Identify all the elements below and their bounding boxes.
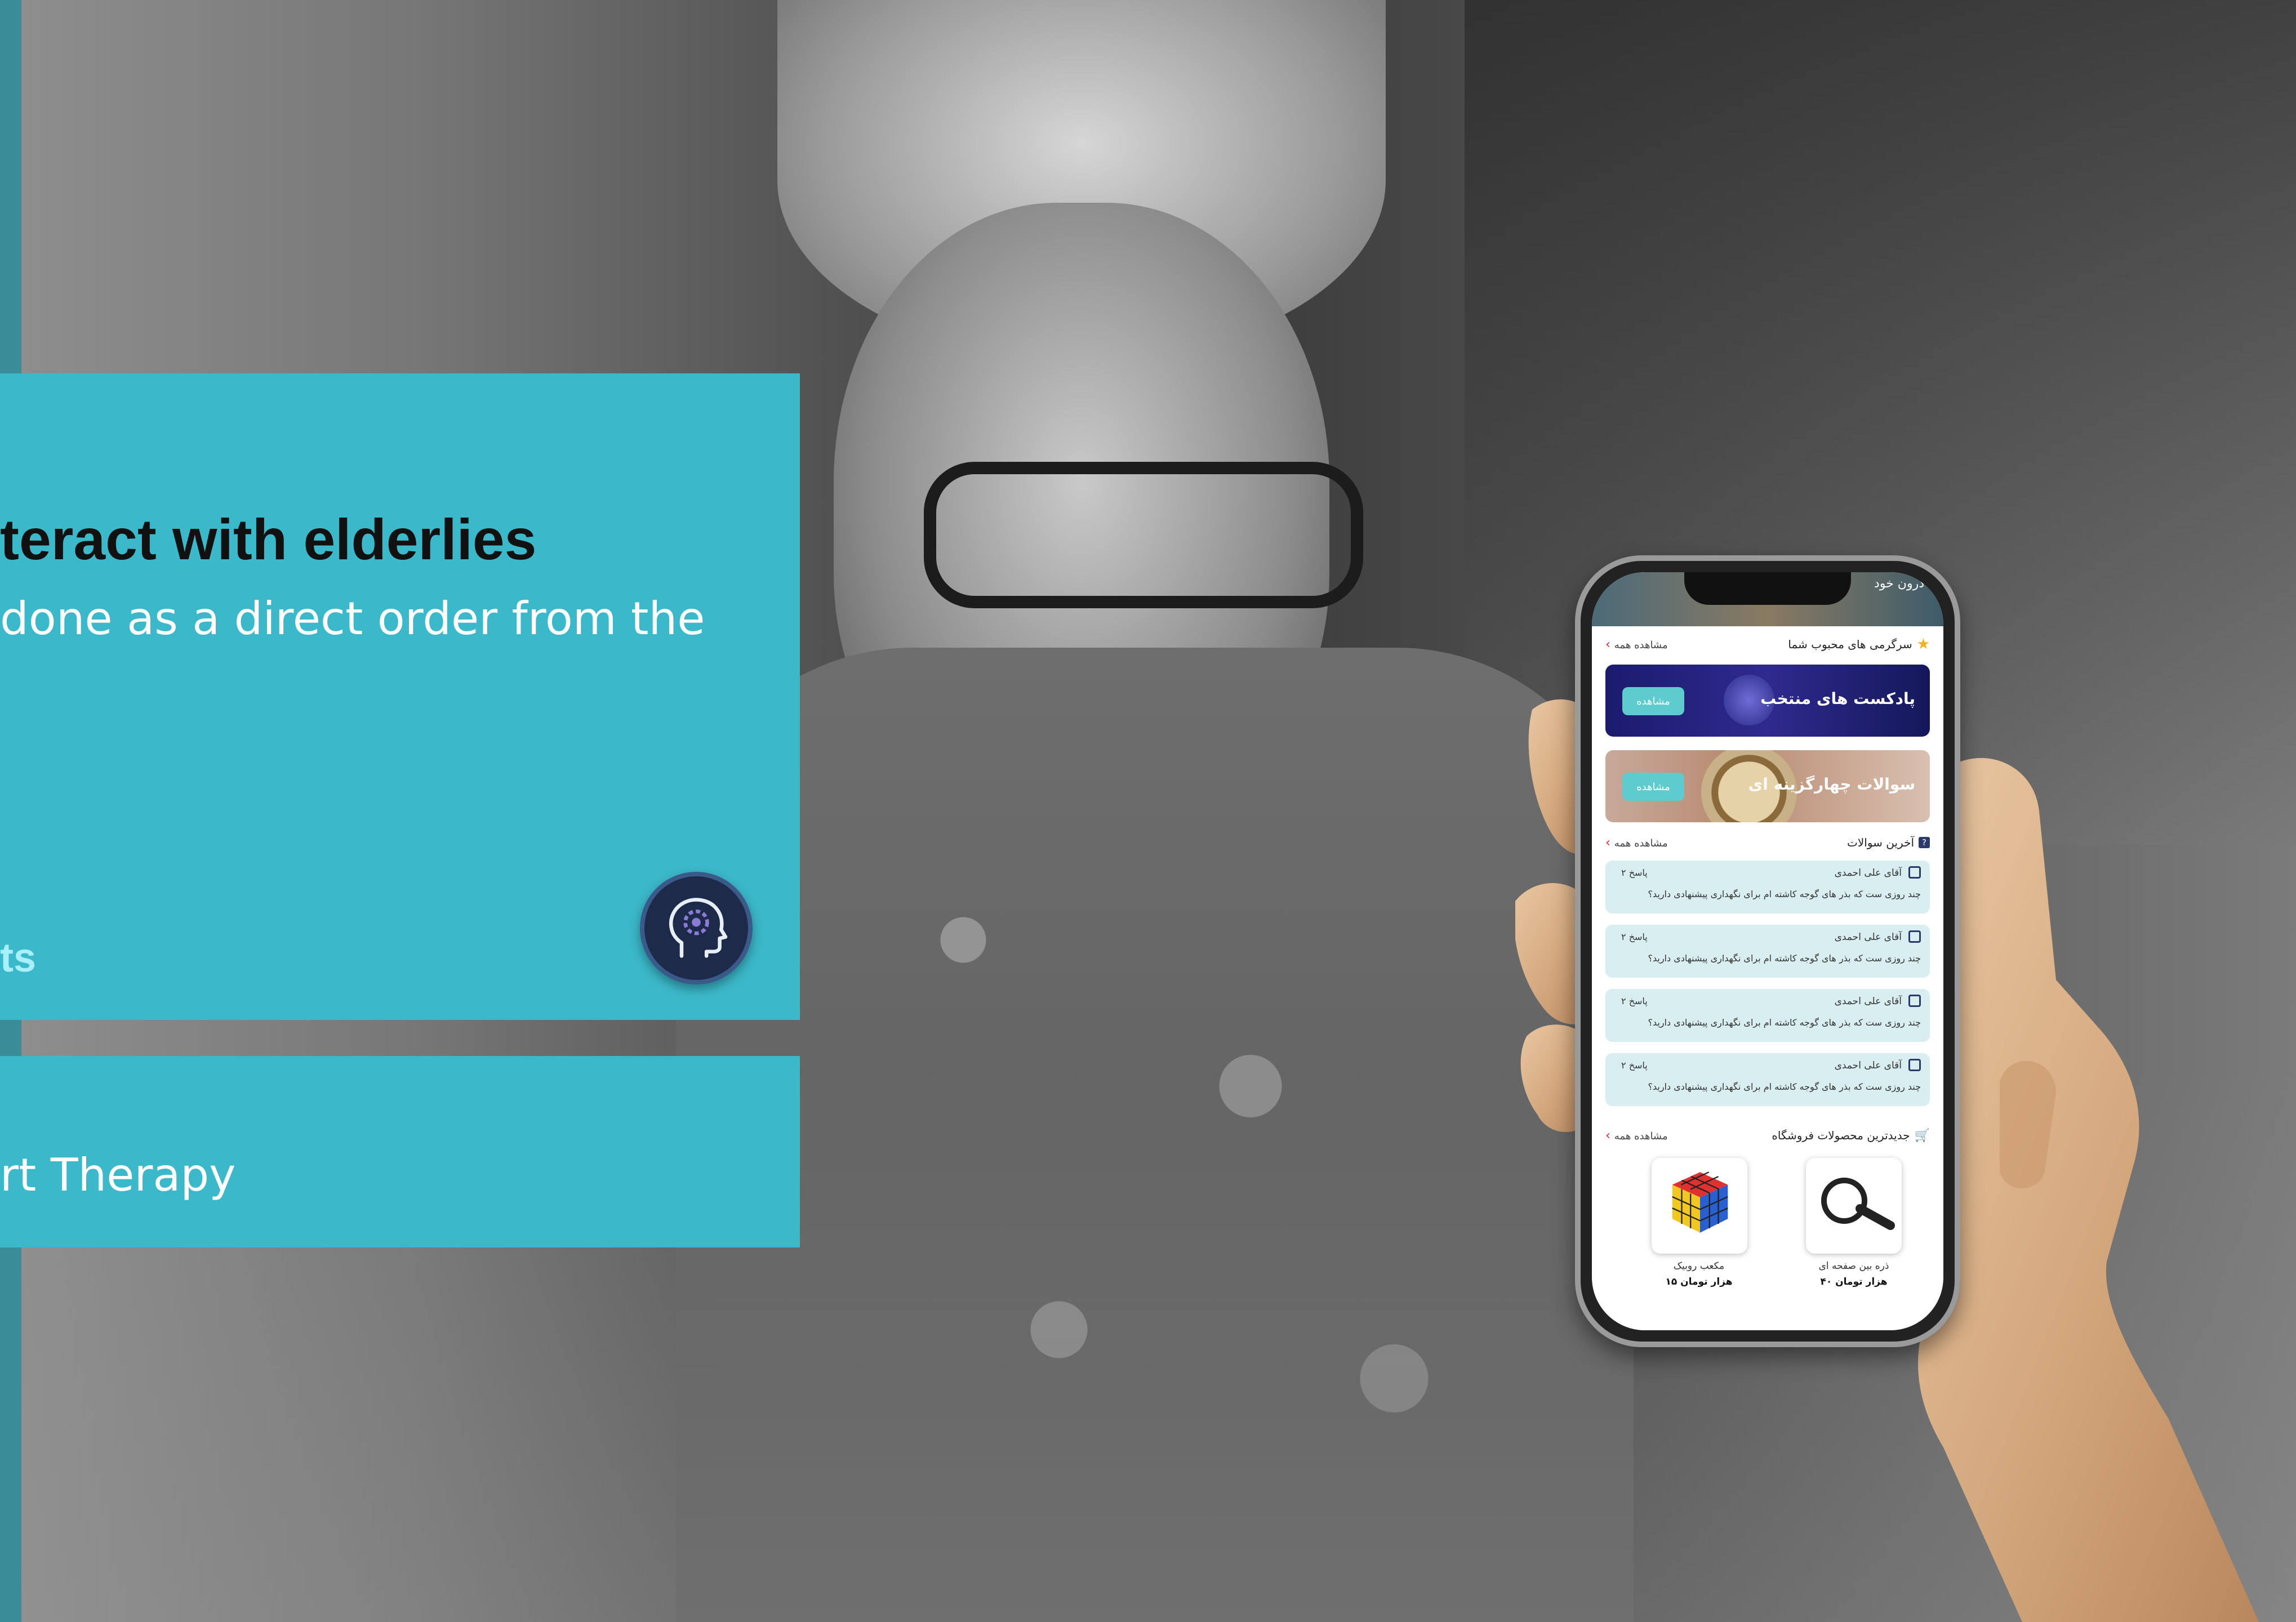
rubik-cube-icon [1672, 1171, 1728, 1233]
question-icon: ? [1919, 837, 1930, 848]
questions-title-wrap: ? آخرین سوالات [1847, 836, 1930, 849]
product-name: ذره بین صفحه ای [1818, 1260, 1889, 1272]
slide-subtext: done as a direct order from the [0, 592, 705, 645]
question-card[interactable]: آقای علی احمدی ۲ پاسخ چند روزی ست که بذر… [1605, 1053, 1930, 1106]
product-price: ۴۰ هزار تومان [1820, 1276, 1888, 1287]
quiz-banner-title: سوالات چهارگزینه ای [1748, 775, 1915, 794]
user-icon [1908, 866, 1921, 879]
top-header-text: درون خود [1874, 577, 1924, 591]
quiz-view-button[interactable]: مشاهده [1622, 773, 1684, 801]
question-card[interactable]: آقای علی احمدی ۲ پاسخ چند روزی ست که بذر… [1605, 989, 1930, 1042]
product-name: مکعب روبیک [1673, 1260, 1725, 1272]
favorites-header: مشاهده همه ★ سرگرمی های محبوب شما [1605, 634, 1930, 654]
questions-header: مشاهده همه ? آخرین سوالات [1605, 832, 1930, 853]
favorites-see-all[interactable]: مشاهده همه [1605, 638, 1668, 652]
magnifier-icon [1821, 1178, 1895, 1230]
slide-headline: teract with elderlies [0, 507, 537, 572]
question-text: چند روزی ست که بذر های گوجه کاشته ام برا… [1648, 1081, 1921, 1092]
product-price: ۱۵ هزار تومان [1665, 1276, 1733, 1287]
question-answers: ۲ پاسخ [1621, 1060, 1648, 1071]
question-answers: ۲ پاسخ [1621, 932, 1648, 942]
user-icon [1908, 995, 1921, 1007]
head-gear-icon [640, 872, 753, 984]
question-text: چند روزی ست که بذر های گوجه کاشته ام برا… [1648, 953, 1921, 964]
podcast-view-button[interactable]: مشاهده [1622, 687, 1684, 715]
favorites-title: سرگرمی های محبوب شما [1788, 638, 1912, 651]
questions-title: آخرین سوالات [1847, 836, 1914, 849]
question-card[interactable]: آقای علی احمدی ۲ پاسخ چند روزی ست که بذر… [1605, 861, 1930, 914]
questions-see-all[interactable]: مشاهده همه [1605, 836, 1668, 850]
photo-glasses [924, 462, 1363, 608]
question-card[interactable]: آقای علی احمدی ۲ پاسخ چند روزی ست که بذر… [1605, 925, 1930, 978]
slide-category: rt Therapy [0, 1149, 236, 1201]
question-answers: ۲ پاسخ [1621, 996, 1648, 1006]
phone-notch [1684, 572, 1851, 605]
slide-link[interactable]: ts [0, 935, 36, 981]
podcast-banner-title: پادکست های منتخب [1760, 689, 1915, 708]
user-icon [1908, 930, 1921, 943]
question-text: چند روزی ست که بذر های گوجه کاشته ام برا… [1648, 1017, 1921, 1028]
podcast-banner[interactable]: پادکست های منتخب مشاهده [1605, 665, 1930, 737]
favorites-title-wrap: ★ سرگرمی های محبوب شما [1788, 636, 1930, 653]
question-user: آقای علی احمدی [1834, 867, 1902, 879]
question-answers: ۲ پاسخ [1621, 867, 1648, 878]
question-user: آقای علی احمدی [1834, 1060, 1902, 1071]
star-icon: ★ [1916, 636, 1930, 653]
question-user: آقای علی احمدی [1834, 932, 1902, 943]
question-user: آقای علی احمدی [1834, 996, 1902, 1007]
shop-title: جدیدترین محصولات فروشگاه [1772, 1129, 1910, 1142]
shop-title-wrap: 🛒 جدیدترین محصولات فروشگاه [1772, 1129, 1930, 1143]
product-card-rubik[interactable] [1652, 1158, 1747, 1254]
shop-header: مشاهده همه 🛒 جدیدترین محصولات فروشگاه [1605, 1125, 1930, 1146]
user-icon [1908, 1059, 1921, 1071]
cart-icon: 🛒 [1914, 1128, 1930, 1143]
quiz-banner[interactable]: سوالات چهارگزینه ای مشاهده [1605, 750, 1930, 822]
question-text: چند روزی ست که بذر های گوجه کاشته ام برا… [1648, 889, 1921, 899]
product-card-magnifier[interactable] [1806, 1158, 1902, 1254]
shop-see-all[interactable]: مشاهده همه [1605, 1129, 1668, 1143]
phone-screen: درون خود مشاهده همه ★ سرگرمی های محبوب ش… [1592, 572, 1943, 1330]
